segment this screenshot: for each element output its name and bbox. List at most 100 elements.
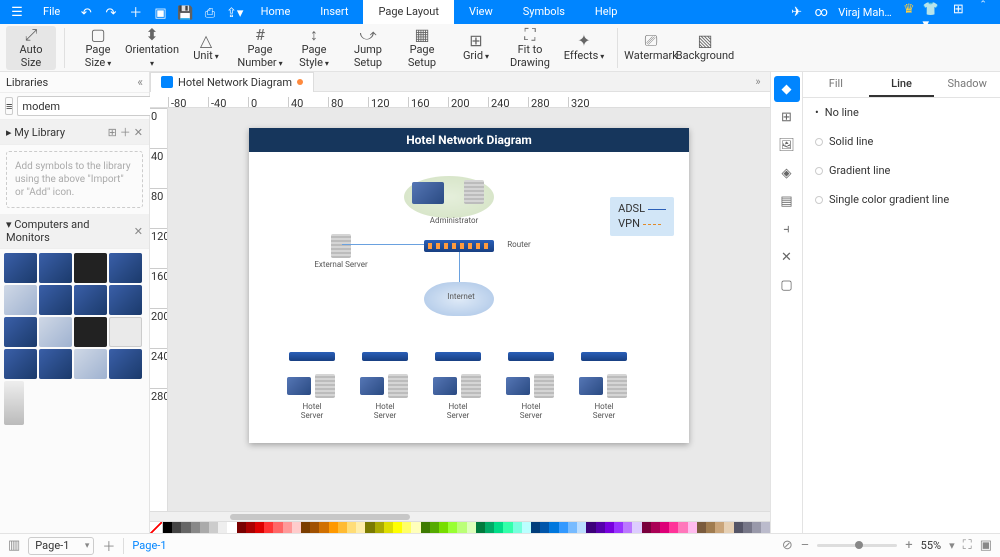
open-icon[interactable]: ▣ — [149, 1, 171, 25]
page-tool-icon[interactable]: ▤ — [774, 188, 800, 214]
color-swatch[interactable] — [568, 522, 577, 533]
color-swatch[interactable] — [365, 522, 374, 533]
shape-macbook[interactable] — [109, 285, 142, 315]
opt-no-line[interactable]: •No line — [803, 98, 1000, 127]
pages-icon[interactable]: ▥ — [8, 538, 20, 553]
color-swatch[interactable] — [678, 522, 687, 533]
zoom-thumb[interactable] — [855, 541, 863, 549]
color-swatch[interactable] — [605, 522, 614, 533]
background-button[interactable]: ▧Background — [680, 26, 730, 70]
fit-drawing-button[interactable]: ⛶Fit to Drawing — [505, 26, 555, 70]
color-swatch[interactable] — [752, 522, 761, 533]
send-icon[interactable]: ✈ — [786, 0, 808, 24]
page-style-button[interactable]: ↕Page Style — [289, 26, 339, 70]
hotel-pc-5[interactable] — [579, 377, 603, 395]
computers-monitors-section[interactable]: ▾ Computers and Monitors — [6, 218, 131, 244]
grid-button[interactable]: ⊞Grid — [451, 26, 501, 70]
zoom-in-icon[interactable]: + — [905, 538, 912, 553]
color-swatch[interactable] — [310, 522, 319, 533]
align-tool-icon[interactable]: ⫞ — [774, 216, 800, 242]
color-swatch[interactable] — [467, 522, 476, 533]
notify-icon[interactable]: ⊘ — [782, 538, 793, 553]
print-icon[interactable]: ⎙ — [199, 1, 221, 25]
color-swatch[interactable] — [421, 522, 430, 533]
hotel-switch-4[interactable] — [508, 352, 554, 361]
color-swatch[interactable] — [715, 522, 724, 533]
expand-panel-icon[interactable]: » — [746, 75, 770, 88]
menu-icon[interactable]: ☰ — [6, 0, 28, 24]
color-swatch[interactable] — [384, 522, 393, 533]
jump-setup-button[interactable]: ⤻Jump Setup — [343, 26, 393, 70]
color-swatch[interactable] — [191, 522, 200, 533]
unit-button[interactable]: △Unit — [181, 26, 231, 70]
add-lib-icon[interactable]: ＋ — [120, 126, 131, 139]
color-swatch[interactable] — [706, 522, 715, 533]
redo-icon[interactable]: ↷ — [100, 1, 122, 25]
color-swatch[interactable] — [724, 522, 733, 533]
menu-view[interactable]: View — [454, 0, 508, 24]
library-menu-icon[interactable]: ≡ — [5, 97, 13, 115]
color-swatch[interactable] — [651, 522, 660, 533]
color-swatch[interactable] — [522, 522, 531, 533]
page[interactable]: Hotel Network Diagram Administrator Exte… — [249, 128, 689, 443]
crown-icon[interactable]: ♛ — [898, 0, 920, 21]
shape-imac[interactable] — [39, 285, 72, 315]
color-swatch[interactable] — [402, 522, 411, 533]
save-icon[interactable]: 💾 — [174, 1, 196, 25]
share-icon[interactable]: ∞ — [810, 0, 832, 24]
fullscreen-icon[interactable]: ⛶ — [963, 538, 972, 553]
hotel-switch-3[interactable] — [435, 352, 481, 361]
watermark-button[interactable]: ⎚Watermark — [626, 26, 676, 70]
main-router[interactable] — [424, 240, 494, 252]
hotel-pc-3[interactable] — [433, 377, 457, 395]
color-swatch[interactable] — [540, 522, 549, 533]
color-swatch[interactable] — [513, 522, 522, 533]
color-swatch[interactable] — [439, 522, 448, 533]
color-swatch[interactable] — [503, 522, 512, 533]
shuffle-tool-icon[interactable]: ✕ — [774, 244, 800, 270]
color-swatch[interactable] — [329, 522, 338, 533]
color-swatch[interactable] — [356, 522, 365, 533]
color-swatch[interactable] — [255, 522, 264, 533]
color-swatch[interactable] — [237, 522, 246, 533]
hotel-switch-2[interactable] — [362, 352, 408, 361]
opt-solid-line[interactable]: Solid line — [803, 127, 1000, 156]
shape-display[interactable] — [4, 317, 37, 347]
color-swatch[interactable] — [734, 522, 743, 533]
color-swatch[interactable] — [172, 522, 181, 533]
color-swatch[interactable] — [688, 522, 697, 533]
page-setup-button[interactable]: ▦Page Setup — [397, 26, 447, 70]
shape-router[interactable] — [74, 349, 107, 379]
hotel-pc-1[interactable] — [287, 377, 311, 395]
collapse-sidebar-icon[interactable]: « — [137, 75, 143, 89]
page-size-button[interactable]: ▢Page Size — [73, 26, 123, 70]
color-swatch[interactable] — [577, 522, 586, 533]
color-swatch[interactable] — [761, 522, 770, 533]
color-swatch[interactable] — [614, 522, 623, 533]
color-swatch[interactable] — [200, 522, 209, 533]
hotel-pc-2[interactable] — [360, 377, 384, 395]
collapse-ribbon-icon[interactable]: ＾ — [972, 0, 994, 19]
menu-file[interactable]: File — [28, 0, 75, 24]
scrollbar-thumb[interactable] — [230, 514, 410, 520]
hotel-srv-4[interactable] — [534, 374, 554, 398]
shape-laptop[interactable] — [74, 253, 107, 283]
grid-tool-icon[interactable]: ⊞ — [774, 104, 800, 130]
color-swatch[interactable] — [218, 522, 227, 533]
color-swatch[interactable] — [697, 522, 706, 533]
shape-server[interactable] — [109, 253, 142, 283]
menu-page-layout[interactable]: Page Layout — [363, 0, 454, 24]
color-swatch[interactable] — [596, 522, 605, 533]
menu-symbols[interactable]: Symbols — [508, 0, 580, 24]
color-swatch[interactable] — [549, 522, 558, 533]
hotel-pc-4[interactable] — [506, 377, 530, 395]
color-swatch[interactable] — [301, 522, 310, 533]
effects-button[interactable]: ✦Effects — [559, 26, 609, 70]
color-swatch[interactable] — [642, 522, 651, 533]
style-tool-icon[interactable]: ◆ — [774, 76, 800, 102]
shape-laptop-open[interactable] — [4, 285, 37, 315]
color-swatch[interactable] — [347, 522, 356, 533]
color-swatch[interactable] — [632, 522, 641, 533]
shape-pos[interactable] — [109, 349, 142, 379]
my-library-section[interactable]: ▸ My Library — [6, 126, 65, 139]
